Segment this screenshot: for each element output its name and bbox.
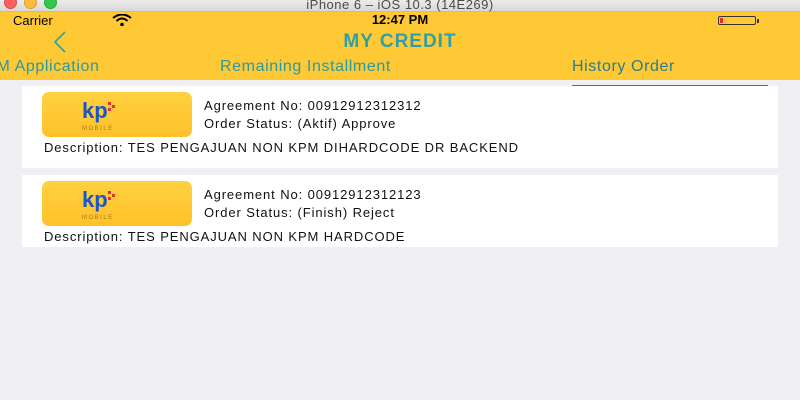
tab-remaining-installment[interactable]: Remaining Installment [220, 57, 391, 77]
tab-kpm-application[interactable]: KPM Application [0, 57, 100, 77]
simulator-title-bar: iPhone 6 – iOS 10.3 (14E269) [0, 0, 800, 12]
order-card[interactable]: kp MOBILE Agreement No: 00912912312312 O… [22, 86, 778, 168]
logo-sub: MOBILE [82, 126, 114, 132]
order-description: Description: TES PENGAJUAN NON KPM HARDC… [44, 229, 406, 244]
app-header: Carrier 12:47 PM MY CREDIT KPM Applicati… [0, 12, 800, 87]
logo-text: kp [82, 98, 108, 123]
order-card[interactable]: kp MOBILE Agreement No: 00912912312123 O… [22, 175, 778, 247]
logo-text: kp [82, 187, 108, 212]
order-status: Order Status: (Aktif) Approve [204, 116, 397, 131]
kp-logo-icon: kp MOBILE [82, 187, 115, 221]
page-title: MY CREDIT [343, 31, 457, 52]
kp-mobile-logo: kp MOBILE [42, 181, 192, 226]
status-time: 12:47 PM [371, 12, 429, 27]
kp-logo-icon: kp MOBILE [82, 98, 115, 132]
agreement-number: Agreement No: 00912912312123 [204, 187, 422, 202]
window-title: iPhone 6 – iOS 10.3 (14E269) [306, 0, 494, 12]
tab-history-order[interactable]: History Order [572, 57, 675, 77]
tab-bar: KPM Application Remaining Installment Hi… [0, 57, 800, 87]
logo-sub: MOBILE [82, 215, 114, 221]
kp-mobile-logo: kp MOBILE [42, 92, 192, 137]
battery-icon [718, 16, 759, 25]
order-status: Order Status: (Finish) Reject [204, 205, 395, 220]
agreement-number: Agreement No: 00912912312312 [204, 98, 422, 113]
order-description: Description: TES PENGAJUAN NON KPM DIHAR… [44, 140, 519, 155]
